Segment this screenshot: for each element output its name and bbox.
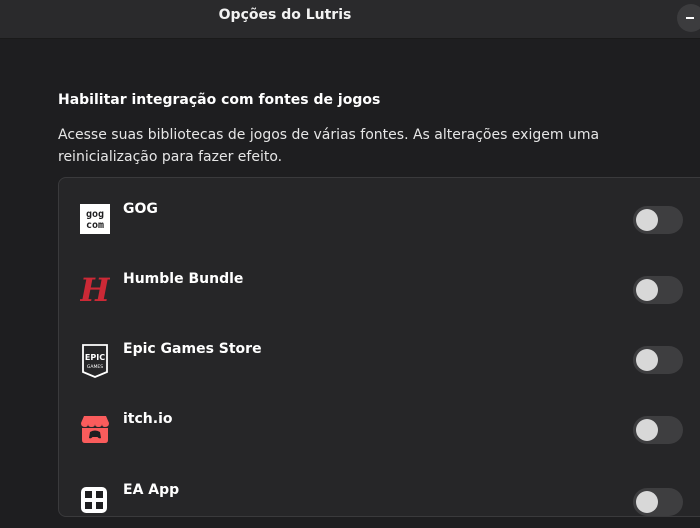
sources-list: gog com GOG H Humble Bundle EPIC GAMES E… [58,177,700,517]
toggle-knob [636,279,658,301]
svg-text:gog: gog [86,209,104,220]
section-heading: Habilitar integração com fontes de jogos [58,92,381,108]
source-row-ea-app: EA App [59,458,700,528]
epic-games-toggle[interactable] [633,346,683,374]
source-row-gog: gog com GOG [59,178,700,248]
itchio-icon [80,414,110,444]
svg-text:com: com [86,220,104,231]
svg-text:H: H [80,274,110,304]
window-title: Opções do Lutris [218,7,352,23]
ea-app-icon [80,486,110,516]
source-label: Epic Games Store [123,341,262,357]
svg-text:GAMES: GAMES [87,364,103,370]
toggle-knob [636,209,658,231]
gog-icon: gog com [80,204,110,234]
toggle-knob [636,491,658,513]
gog-toggle[interactable] [633,206,683,234]
source-label: GOG [123,201,158,217]
ea-app-toggle[interactable] [633,488,683,516]
source-row-epic-games: EPIC GAMES Epic Games Store [59,318,700,388]
source-label: Humble Bundle [123,271,244,287]
source-row-humble-bundle: H Humble Bundle [59,248,700,318]
title-bar: Opções do Lutris [0,0,700,39]
itchio-toggle[interactable] [633,416,683,444]
svg-text:EPIC: EPIC [85,353,105,362]
source-row-itchio: itch.io [59,388,700,458]
epic-games-icon: EPIC GAMES [80,344,110,378]
toggle-knob [636,419,658,441]
minimize-button[interactable] [677,4,700,32]
humble-bundle-toggle[interactable] [633,276,683,304]
humble-bundle-icon: H [79,271,112,309]
source-label: itch.io [123,411,173,427]
source-label: EA App [123,482,180,498]
toggle-knob [636,349,658,371]
section-description: Acesse suas bibliotecas de jogos de vári… [58,127,600,165]
